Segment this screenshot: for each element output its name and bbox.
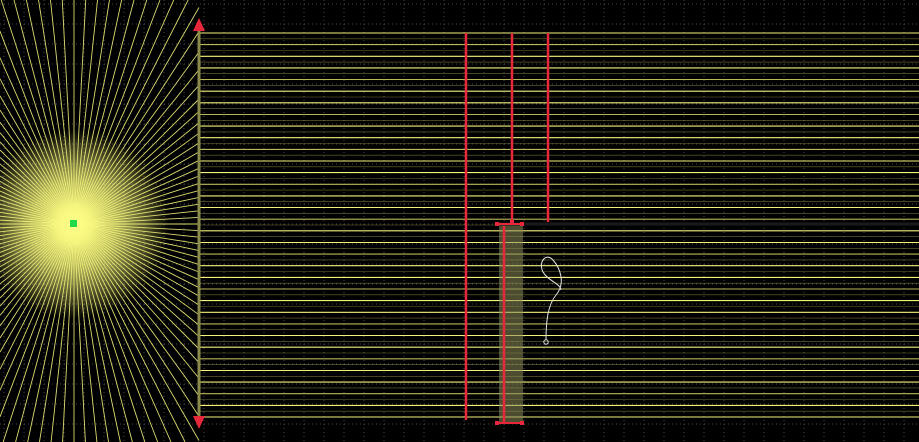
optics-viewport[interactable] [0, 0, 919, 442]
optics-canvas[interactable] [0, 0, 919, 442]
squiggle-curve-icon[interactable] [540, 256, 562, 341]
glass-block[interactable] [499, 224, 523, 424]
point-source-icon[interactable] [70, 220, 77, 227]
aperture-right-arrow-icon[interactable] [193, 416, 205, 429]
source-glow [0, 129, 169, 319]
aperture-left-arrow-icon[interactable] [193, 18, 205, 31]
curve-endpoint-handle[interactable] [543, 339, 549, 345]
